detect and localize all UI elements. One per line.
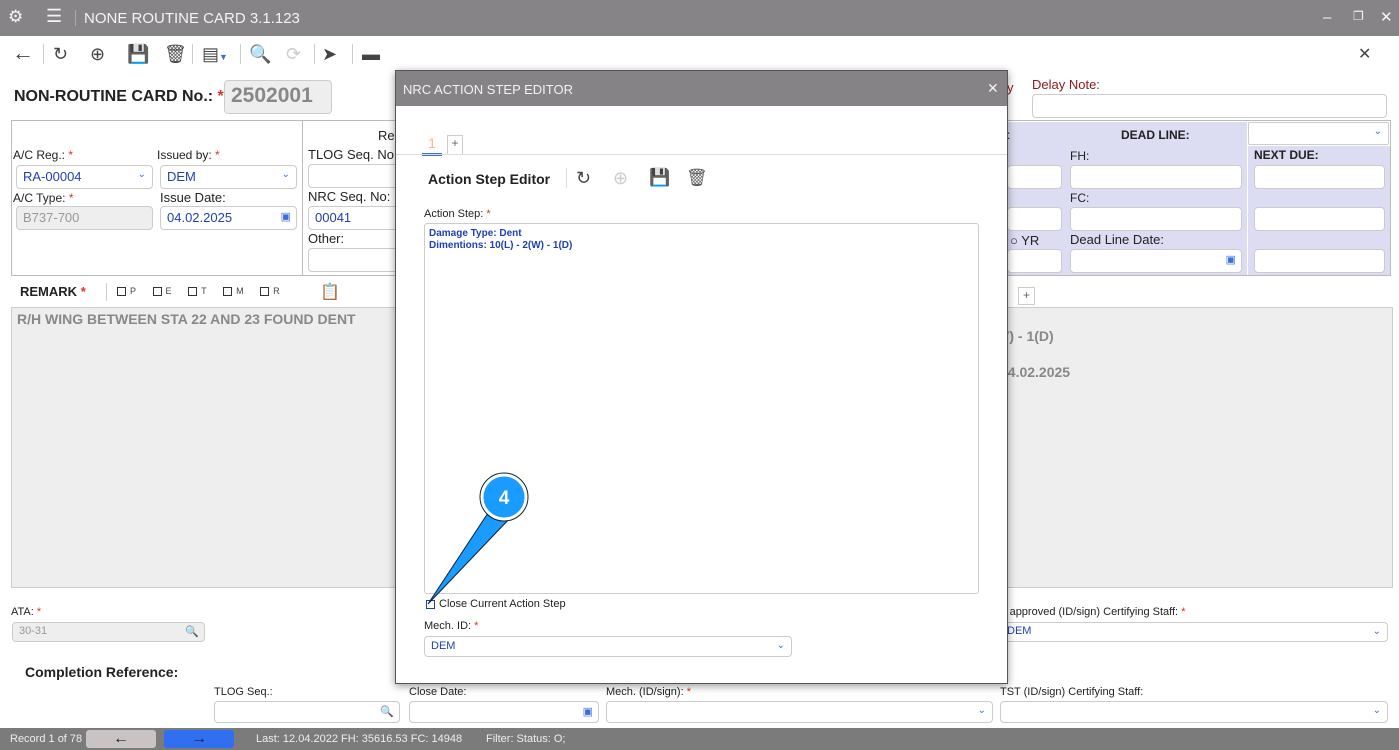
callout-annotation: 4 xyxy=(427,472,529,605)
callout-pointer xyxy=(427,509,513,605)
callout-number: 4 xyxy=(499,488,510,509)
